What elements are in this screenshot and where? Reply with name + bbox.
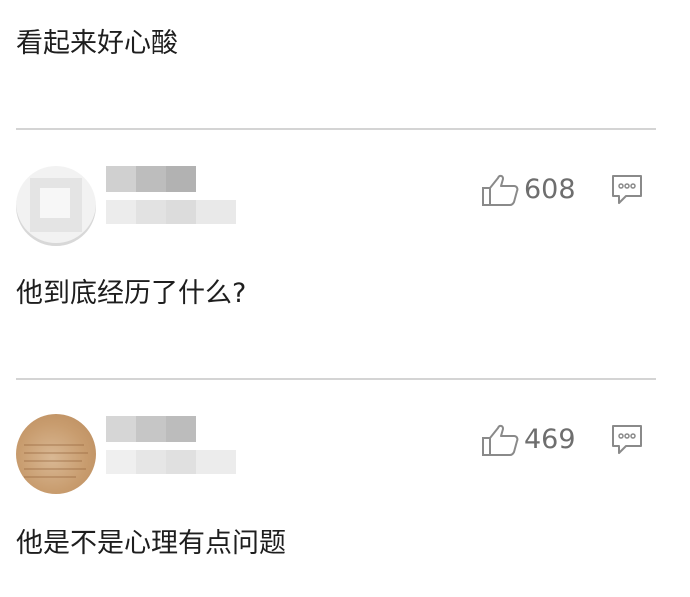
username-pixelated[interactable] bbox=[106, 160, 246, 230]
reply-button[interactable] bbox=[610, 172, 644, 206]
comment-divider bbox=[16, 378, 656, 380]
like-count: 608 bbox=[524, 174, 576, 205]
comment-3-text: 他是不是心理有点问题 bbox=[16, 528, 286, 559]
thumbs-up-outline-icon bbox=[480, 172, 520, 208]
speech-bubble-dots-icon bbox=[610, 425, 644, 460]
avatar[interactable] bbox=[16, 166, 96, 246]
like-button[interactable]: 608 bbox=[480, 170, 576, 210]
thumbs-up-outline-icon bbox=[480, 422, 520, 458]
comment-divider bbox=[16, 128, 656, 130]
speech-bubble-dots-icon bbox=[610, 175, 644, 210]
comment-2-text: 他到底经历了什么? bbox=[16, 278, 247, 309]
reply-button[interactable] bbox=[610, 422, 644, 456]
like-count: 469 bbox=[524, 424, 576, 455]
avatar[interactable] bbox=[16, 414, 96, 494]
comment-1-text: 看起来好心酸 bbox=[16, 28, 178, 59]
username-pixelated[interactable] bbox=[106, 410, 246, 480]
like-button[interactable]: 469 bbox=[480, 420, 576, 460]
